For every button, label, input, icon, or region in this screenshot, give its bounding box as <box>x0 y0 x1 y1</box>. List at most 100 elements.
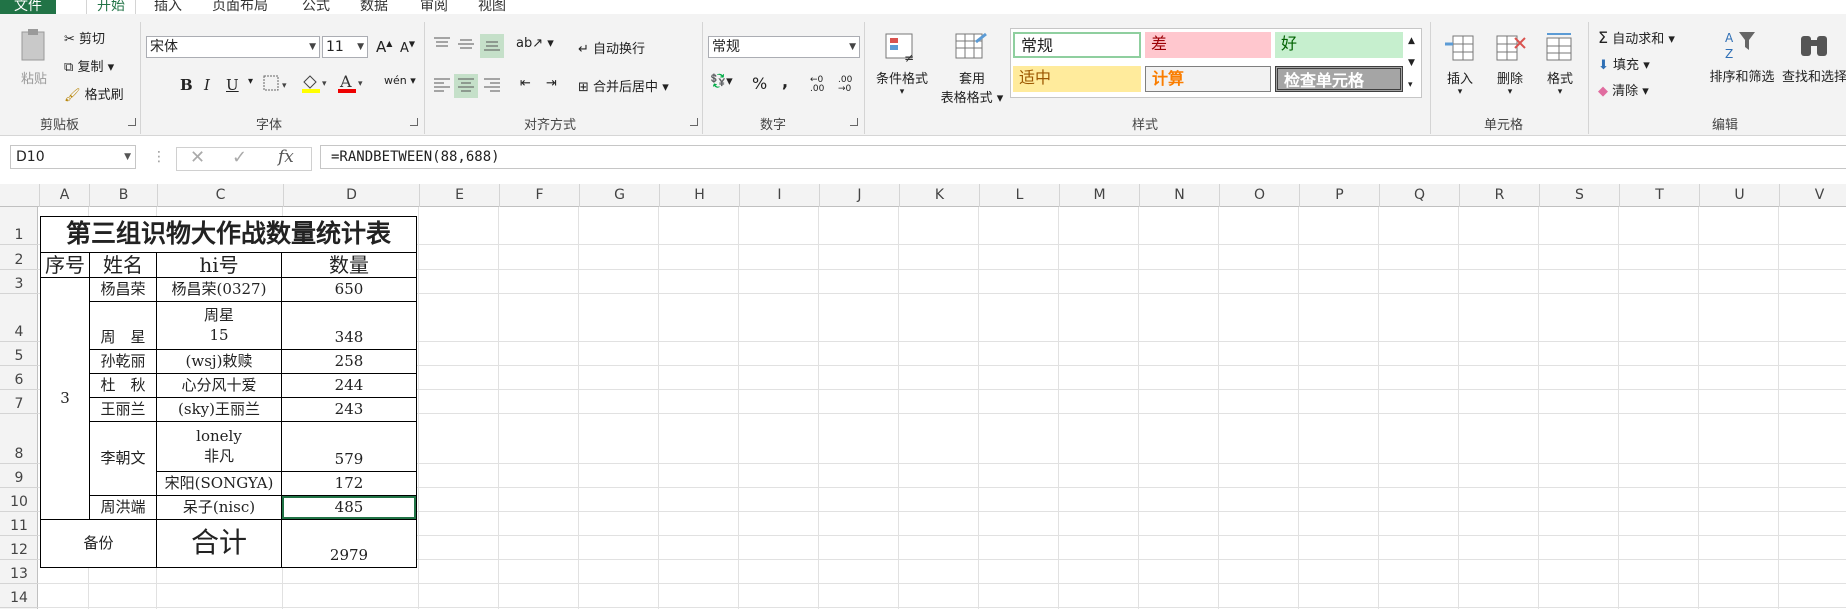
hi-cell[interactable]: (wsj)敕赎 <box>156 349 282 374</box>
style-normal[interactable]: 常规 <box>1013 32 1141 58</box>
qty-cell[interactable]: 650 <box>281 277 417 302</box>
find-select-button[interactable]: 查找和选择 <box>1782 28 1846 85</box>
column-header-a[interactable]: A <box>40 184 90 207</box>
conditional-format-button[interactable]: ≠ 条件格式 ▾ <box>870 32 934 97</box>
align-left-button[interactable] <box>432 76 452 96</box>
number-launcher-icon[interactable] <box>850 118 858 126</box>
font-name-select[interactable]: 宋体 ▼ <box>146 36 320 58</box>
row-header-12[interactable]: 12 <box>0 536 38 560</box>
name-cell[interactable]: 杨昌荣 <box>89 277 157 302</box>
qty-cell[interactable]: 243 <box>281 397 417 422</box>
row-header-11[interactable]: 11 <box>0 512 38 536</box>
font-color-button[interactable]: A ▾ <box>336 72 368 98</box>
qty-cell[interactable]: 258 <box>281 349 417 374</box>
merge-center-button[interactable]: ⊞ 合并后居中 ▾ <box>578 76 669 95</box>
align-middle-button[interactable] <box>456 36 476 56</box>
delete-cells-button[interactable]: 删除 ▾ <box>1490 32 1530 97</box>
hi-cell[interactable]: 宋阳(SONGYA) <box>156 471 282 496</box>
select-all-corner[interactable] <box>0 184 40 207</box>
column-header-j[interactable]: J <box>820 184 900 207</box>
wrap-text-button[interactable]: ↵ 自动换行 <box>578 38 645 57</box>
currency-button[interactable]: 💱▾ <box>710 74 733 89</box>
column-header-d[interactable]: D <box>284 184 420 207</box>
tab-file[interactable]: 文件 <box>0 0 56 14</box>
hi-cell[interactable]: 杨昌荣(0327) <box>156 277 282 302</box>
formula-input[interactable]: =RANDBETWEEN(88,688) <box>320 145 1846 169</box>
name-cell[interactable]: 杜 秋 <box>89 373 157 398</box>
font-launcher-icon[interactable] <box>410 118 418 126</box>
clipboard-launcher-icon[interactable] <box>128 118 136 126</box>
styles-scroll[interactable]: ▲ ▼ ▾ <box>1408 30 1415 96</box>
name-cell[interactable]: 周洪端 <box>89 495 157 520</box>
column-header-i[interactable]: I <box>740 184 820 207</box>
clear-button[interactable]: ◆ 清除 ▾ <box>1598 80 1649 99</box>
style-calculation[interactable]: 计算 <box>1145 66 1271 92</box>
column-header-c[interactable]: C <box>158 184 284 207</box>
format-cells-button[interactable]: 格式 ▾ <box>1540 32 1580 97</box>
tab-insert[interactable]: 插入 <box>154 0 182 14</box>
column-header-g[interactable]: G <box>580 184 660 207</box>
tab-view[interactable]: 视图 <box>478 0 506 14</box>
alignment-launcher-icon[interactable] <box>690 118 698 126</box>
column-header-e[interactable]: E <box>420 184 500 207</box>
row-header-5[interactable]: 5 <box>0 342 38 366</box>
name-cell[interactable]: 王丽兰 <box>89 397 157 422</box>
hi-cell[interactable]: (sky)王丽兰 <box>156 397 282 422</box>
hi-cell[interactable]: 呆子(nisc) <box>156 495 282 520</box>
italic-button[interactable]: I <box>204 76 210 94</box>
row-header-3[interactable]: 3 <box>0 270 38 294</box>
insert-cells-button[interactable]: 插入 ▾ <box>1440 32 1480 97</box>
style-check-cell[interactable]: 检查单元格 <box>1275 66 1403 92</box>
column-header-v[interactable]: V <box>1780 184 1846 207</box>
header-qty[interactable]: 数量 <box>281 252 417 278</box>
qty-cell[interactable]: 348 <box>281 301 417 350</box>
style-bad[interactable]: 差 <box>1145 32 1271 58</box>
increase-font-button[interactable]: A▲ <box>376 38 392 56</box>
column-header-k[interactable]: K <box>900 184 980 207</box>
decrease-indent-button[interactable]: ⇤ <box>520 76 531 91</box>
font-size-select[interactable]: 11 ▼ <box>322 36 368 58</box>
sheet-title[interactable]: 第三组识物大作战数量统计表 <box>40 216 417 253</box>
column-header-l[interactable]: L <box>980 184 1060 207</box>
fill-color-button[interactable]: ▾ <box>300 72 332 98</box>
row-header-7[interactable]: 7 <box>0 390 38 414</box>
name-box[interactable]: D10 ▼ <box>10 145 136 169</box>
qty-cell[interactable]: 244 <box>281 373 417 398</box>
align-center-button[interactable] <box>454 74 478 98</box>
increase-indent-button[interactable]: ⇥ <box>546 76 557 91</box>
cancel-icon[interactable]: ✕ <box>190 147 205 168</box>
column-header-h[interactable]: H <box>660 184 740 207</box>
row-header-14[interactable]: 14 <box>0 584 38 608</box>
phonetic-button[interactable]: wén ▾ <box>384 74 416 87</box>
underline-dropdown[interactable]: ▾ <box>248 76 253 87</box>
autosum-button[interactable]: Σ 自动求和 ▾ <box>1598 28 1675 47</box>
column-header-s[interactable]: S <box>1540 184 1620 207</box>
align-top-button[interactable] <box>432 36 452 56</box>
row-header-1[interactable]: 1 <box>0 207 38 245</box>
header-name[interactable]: 姓名 <box>89 252 157 278</box>
name-cell[interactable]: 孙乾丽 <box>89 349 157 374</box>
style-neutral[interactable]: 适中 <box>1013 66 1141 92</box>
hi-cell[interactable]: 心分风十爱 <box>156 373 282 398</box>
cut-button[interactable]: ✂ 剪切 <box>64 28 105 47</box>
column-header-n[interactable]: N <box>1140 184 1220 207</box>
qty-cell-selected[interactable]: 485 <box>281 495 417 520</box>
style-good[interactable]: 好 <box>1275 32 1403 58</box>
enter-icon[interactable]: ✓ <box>232 147 247 168</box>
underline-button[interactable]: U <box>226 76 239 94</box>
tab-data[interactable]: 数据 <box>360 0 388 14</box>
percent-button[interactable]: % <box>752 74 767 93</box>
backup-cell[interactable]: 备份 <box>40 519 157 568</box>
name-cell[interactable]: 李朝文 <box>89 421 157 496</box>
hi-cell[interactable]: lonely 非凡 <box>156 421 282 472</box>
sort-filter-button[interactable]: AZ 排序和筛选 <box>1702 28 1782 85</box>
name-cell[interactable]: 周 星 <box>89 301 157 350</box>
row-header-10[interactable]: 10 <box>0 488 38 512</box>
insert-function-icon[interactable]: fx <box>278 147 294 167</box>
column-header-q[interactable]: Q <box>1380 184 1460 207</box>
total-value-cell[interactable]: 2979 <box>281 519 417 568</box>
header-hi[interactable]: hi号 <box>156 252 282 278</box>
align-bottom-button[interactable] <box>480 34 504 58</box>
comma-button[interactable]: , <box>782 72 788 91</box>
row-header-2[interactable]: 2 <box>0 245 38 270</box>
